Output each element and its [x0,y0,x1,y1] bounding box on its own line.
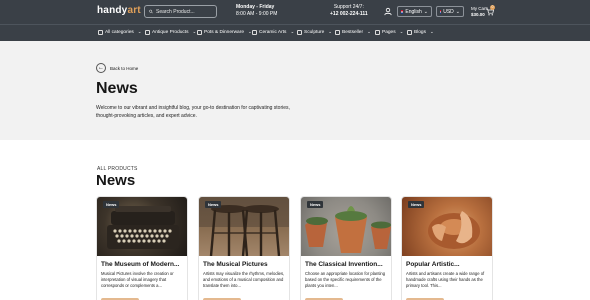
nav-item-antique-products[interactable]: Antique Products ⌄ [145,29,196,35]
news-card[interactable]: News The Musical Pictures Artists may vi… [198,196,290,300]
sculpture-icon [297,29,302,35]
card-title[interactable]: The Musical Pictures [203,261,268,268]
page-hero: ← Back to Home News Welcome to our vibra… [0,41,590,140]
logo[interactable]: handyart [97,5,141,16]
card-title[interactable]: Popular Artistic... [406,261,460,268]
support-info: Support 24/7: +12 002-224-111 [330,4,368,18]
flag-icon [401,9,404,14]
nav-item-pots-dinnerware[interactable]: Pots & Dinnerware ⌄ [197,29,252,35]
card-tag: News [205,201,222,208]
pot-icon [197,29,202,35]
main-nav: All categories ⌄ Antique Products ⌄ Pots &… [0,24,590,41]
card-tag: News [307,201,324,208]
card-description: Choose an appropriate location for plant… [305,271,386,288]
card-image[interactable]: News [402,197,492,256]
news-card[interactable]: News The Museum of Modern... Musical Pic… [96,196,188,300]
search-box[interactable] [144,5,217,18]
vase-icon [145,29,150,35]
hours-days: Monday - Friday [236,4,275,10]
search-input[interactable] [156,8,216,15]
chevron-down-icon: ⌄ [430,29,434,34]
grid-icon [98,29,103,35]
hours-time: 8:00 AM - 9:00 PM [236,11,278,17]
nav-item-pages[interactable]: Pages ⌄ [375,29,403,35]
ceramic-icon [252,29,257,35]
card-tag: News [408,201,425,208]
arrow-left-icon: ← [96,63,106,73]
chevron-down-icon: ⌄ [423,8,428,15]
opening-hours: Monday - Friday 8:00 AM - 9:00 PM [236,4,277,18]
page-title: News [96,80,138,97]
news-card[interactable]: News The Classical Invention... Choose a… [300,196,392,300]
currency-value: USD [443,8,454,15]
chevron-down-icon: ⌄ [328,29,333,34]
card-description: Musical Pictures involve the creation or… [101,271,174,288]
nav-item-ceramic-arts[interactable]: Ceramic Arts ⌄ [252,29,294,35]
chevron-down-icon: ⌄ [192,29,197,34]
cart-count-badge: 0 [490,5,495,10]
card-description: Artists and artisans create a wide range… [406,271,485,288]
section-title: News [96,172,136,189]
card-title[interactable]: The Museum of Modern... [101,261,179,268]
nav-item-bestseller[interactable]: Bestseller ⌄ [335,29,371,35]
support-label: Support 24/7: [333,4,364,10]
card-image[interactable]: News [301,197,391,256]
card-description: Artists may visualize the rhythms, melod… [203,271,285,288]
search-icon[interactable] [149,8,153,15]
language-value: English [405,8,422,15]
header-bar: handyart Monday - Friday 8:00 AM - 9:00 … [0,0,590,24]
nav-item-all-categories[interactable]: All categories ⌄ [98,29,142,35]
page-icon [375,29,380,35]
language-select[interactable]: English ⌄ [397,6,432,17]
currency-select[interactable]: USD ⌄ [436,6,464,17]
page-description: Welcome to our vibrant and insightful bl… [96,105,290,119]
flag-icon [440,9,442,14]
card-image[interactable]: News [199,197,289,256]
chevron-down-icon: ⌄ [137,29,142,34]
support-phone[interactable]: +12 002-224-111 [330,11,368,18]
card-title[interactable]: The Classical Invention... [305,261,383,268]
chevron-down-icon: ⌄ [399,29,404,34]
user-icon[interactable] [384,7,392,16]
nav-item-sculpture[interactable]: Sculpture ⌄ [297,29,332,35]
chevron-down-icon: ⌄ [455,8,460,15]
back-to-home-link[interactable]: ← Back to Home [96,63,138,73]
card-image[interactable]: News [97,197,187,256]
card-tag: News [103,201,120,208]
chevron-down-icon: ⌄ [367,29,371,34]
nav-item-blogs[interactable]: Blogs ⌄ [407,29,434,35]
blog-icon [407,29,412,35]
news-card[interactable]: News Popular Artistic... Artists and art… [401,196,493,300]
chevron-down-icon: ⌄ [290,29,295,34]
star-icon [335,29,340,35]
